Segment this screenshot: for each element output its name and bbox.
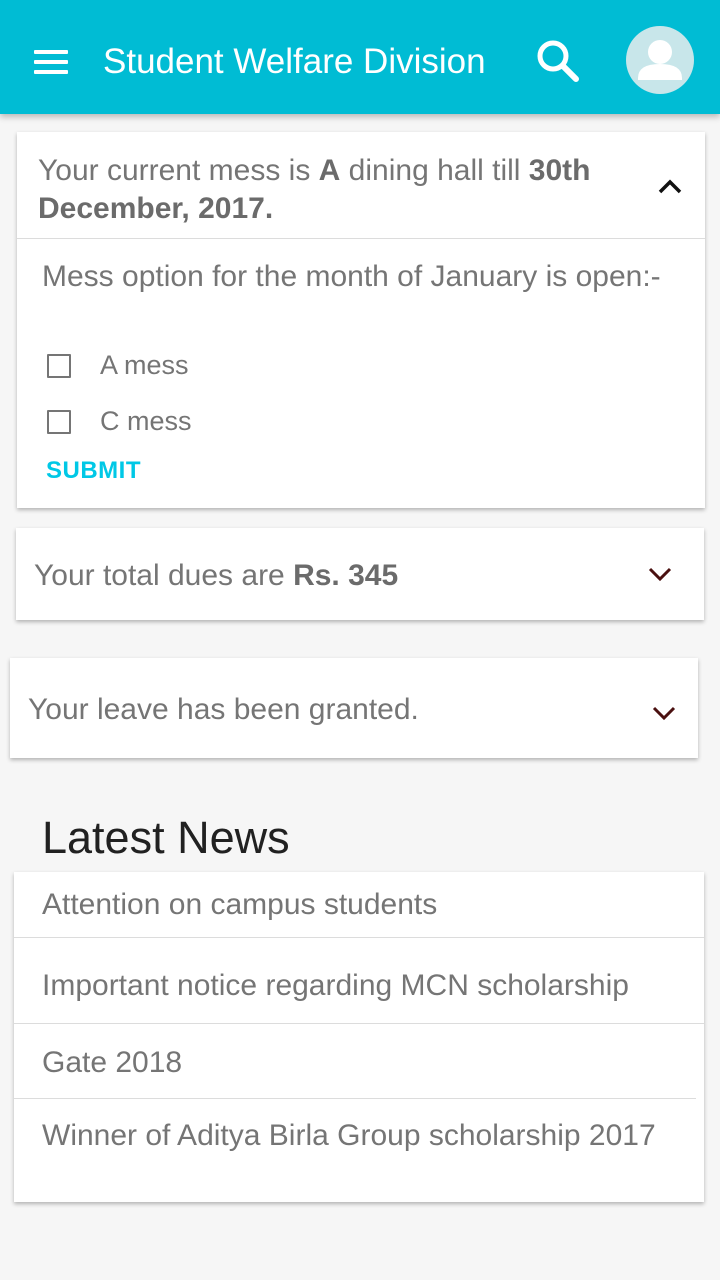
leave-card-header[interactable]: Your leave has been granted. xyxy=(10,658,698,758)
c-mess-checkbox[interactable] xyxy=(47,410,71,434)
a-mess-label: A mess xyxy=(100,350,189,380)
news-item-title: Gate 2018 xyxy=(42,1046,183,1079)
option-a-mess[interactable]: A mess xyxy=(45,346,345,386)
news-item-title: Attention on campus students xyxy=(42,888,438,921)
submit-button[interactable]: SUBMIT xyxy=(46,454,141,488)
chevron-up-icon[interactable] xyxy=(652,168,688,204)
search-icon[interactable] xyxy=(532,36,584,88)
a-mess-checkbox[interactable] xyxy=(47,354,71,378)
chevron-down-icon[interactable] xyxy=(646,698,682,734)
mess-option-text: Mess option for the month of January is … xyxy=(42,260,661,293)
current-mess-text: Your current mess is A dining hall till … xyxy=(38,154,591,225)
news-heading: Latest News xyxy=(42,812,290,863)
mess-name: A xyxy=(318,154,341,187)
mess-card: Your current mess is A dining hall till … xyxy=(17,132,705,508)
mess-card-header[interactable]: Your current mess is A dining hall till … xyxy=(17,132,705,239)
news-item-title: Important notice regarding MCN scholarsh… xyxy=(42,969,629,1002)
leave-status-text: Your leave has been granted. xyxy=(28,693,419,726)
news-list: Attention on campus students Important n… xyxy=(14,872,704,1202)
news-item[interactable]: Attention on campus students xyxy=(14,872,704,938)
total-dues-text: Your total dues are Rs. 345 xyxy=(34,559,399,592)
news-item[interactable]: Winner of Aditya Birla Group scholarship… xyxy=(14,1099,704,1202)
dues-amount: Rs. 345 xyxy=(293,559,399,592)
dues-card: Your total dues are Rs. 345 xyxy=(16,528,704,620)
news-item-title: Winner of Aditya Birla Group scholarship… xyxy=(42,1119,656,1152)
menu-icon[interactable] xyxy=(30,45,72,79)
news-item[interactable]: Gate 2018 xyxy=(14,1024,696,1099)
chevron-down-icon[interactable] xyxy=(642,556,678,592)
c-mess-label: C mess xyxy=(100,406,192,436)
option-c-mess[interactable]: C mess xyxy=(45,402,345,442)
news-item[interactable]: Important notice regarding MCN scholarsh… xyxy=(14,938,704,1024)
app-title: Student Welfare Division xyxy=(103,42,486,81)
leave-card: Your leave has been granted. xyxy=(10,658,698,758)
account-avatar-icon[interactable] xyxy=(626,26,694,94)
dues-card-header[interactable]: Your total dues are Rs. 345 xyxy=(16,528,704,620)
app-bar: Student Welfare Division xyxy=(0,0,720,114)
